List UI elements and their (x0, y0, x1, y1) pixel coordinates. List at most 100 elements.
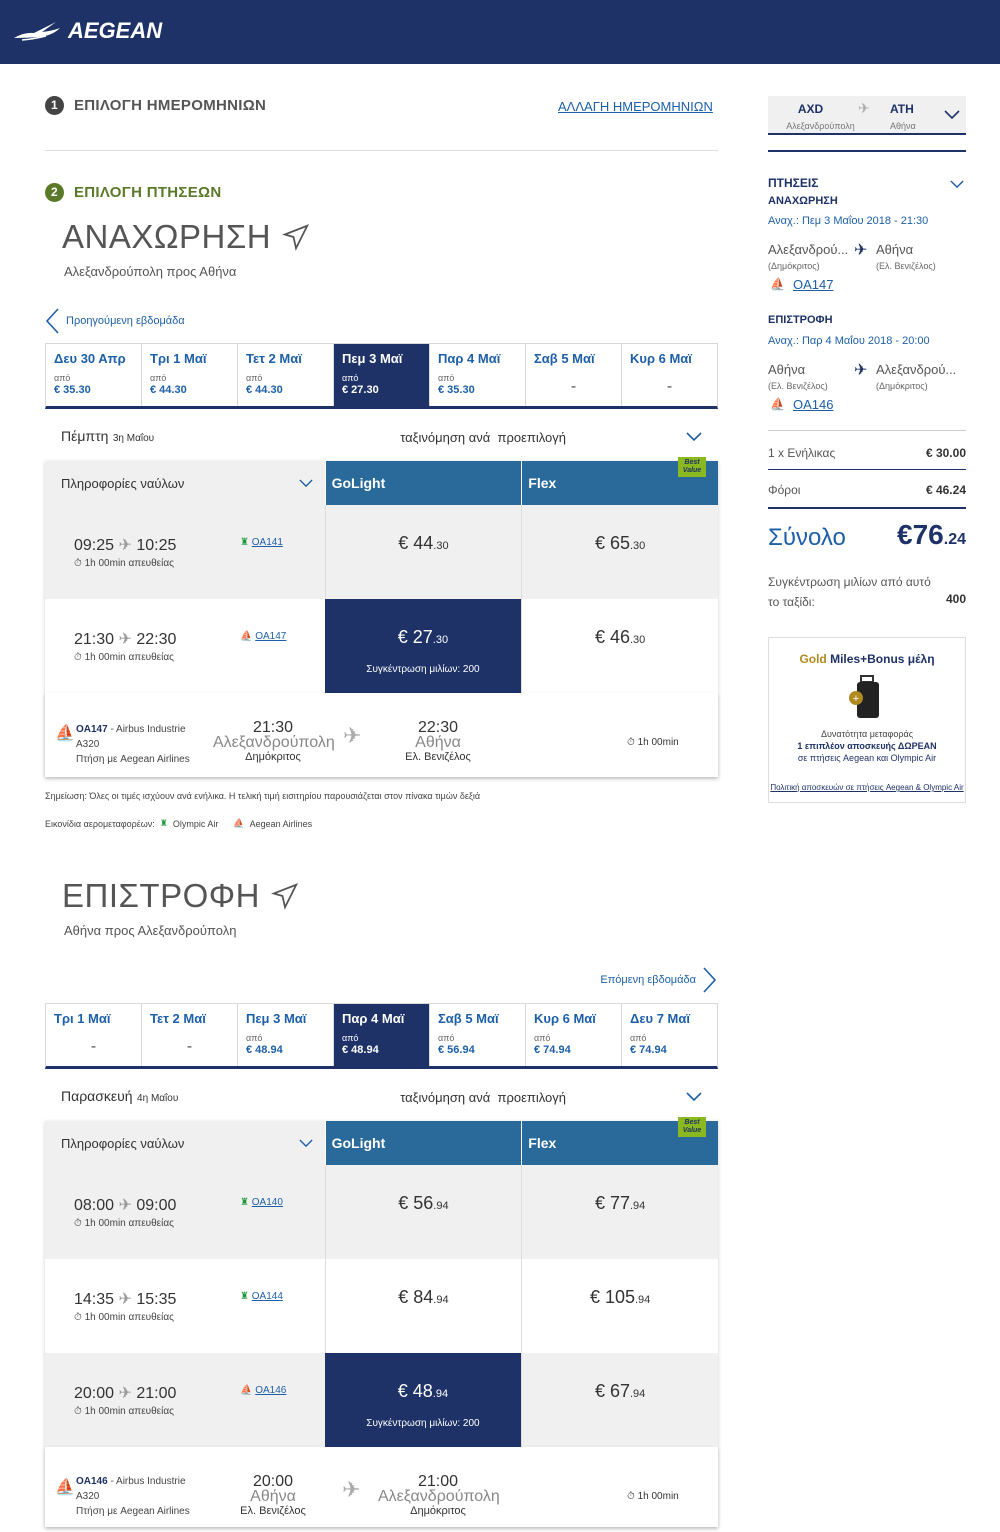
dep-from-city: Αλεξανδρού... (768, 242, 849, 257)
inbound-day-tabs: Τρι 1 Μαϊ - Τετ 2 Μαϊ - Πεμ 3 Μαϊ από € 48.9… (45, 1003, 718, 1069)
clock-icon: ⏱ (627, 1491, 635, 1502)
prev-week-link[interactable]: Προηγούμενη εβδομάδα (44, 307, 185, 335)
aegean-icon: ⛵ (233, 818, 245, 828)
outbound-fares-table: Πληροφορίες ναύλων GoLight Flex Best Val… (45, 457, 718, 777)
sort-dropdown[interactable]: ταξινόμηση ανά προεπιλογή (400, 1090, 702, 1105)
route-summary[interactable]: AXD Αλεξανδρούπολη ✈ ATH Αθήνα (768, 96, 966, 135)
miles-value: 400 (945, 592, 966, 606)
golight-fare[interactable]: € 44.30 (324, 505, 522, 599)
flight-row: 08:00 ✈ 09:00 ⏱ 1h 00min απευθείας ♜ OA1… (45, 1165, 718, 1259)
aegean-icon: ⛵ (55, 1479, 75, 1496)
flight-number-link[interactable]: OA147 (255, 631, 286, 642)
aegean-icon: ⛵ (770, 397, 785, 411)
clock-icon: ⏱ (74, 1312, 82, 1323)
promo-title: Gold Miles+Bonus μέλη (799, 652, 935, 666)
ret-to-airport: (Δημόκριτος) (876, 381, 928, 391)
ret-flight-link[interactable]: OA146 (793, 397, 833, 412)
day-tab[interactable]: Κυρ 6 Μαϊ από € 74.94 (526, 1004, 622, 1066)
taxes-price: € 46.24 (925, 483, 966, 497)
dep-flight-link[interactable]: OA147 (793, 277, 833, 292)
from-code: AXD (797, 102, 824, 116)
miles-label: Συγκέντρωση μιλίων από αυτό το ταξίδι: (768, 575, 931, 609)
day-tab[interactable]: Τετ 2 Μαϊ - (142, 1004, 238, 1066)
golight-fare[interactable]: € 56.94 (324, 1165, 522, 1259)
baggage-policy-link[interactable]: Πολιτική αποσκευών σε πτήσεις Aegean & O… (769, 783, 965, 792)
flex-fare[interactable]: € 65.30 (521, 505, 718, 599)
flex-fare[interactable]: € 77.94 (521, 1165, 718, 1259)
day-tab[interactable]: Τετ 2 Μαϊ από € 44.30 (238, 344, 334, 406)
aegean-icon: ⛵ (55, 725, 75, 742)
day-tab[interactable]: Δευ 7 Μαϊ από € 74.94 (622, 1004, 717, 1066)
ret-from-airport: (Ελ. Βενιζέλος) (768, 381, 828, 391)
aegean-icon: ⛵ (240, 1385, 253, 1396)
flight-number-link[interactable]: OA140 (252, 1197, 283, 1208)
aegean-icon: ⛵ (770, 277, 785, 291)
sort-dropdown[interactable]: ταξινόμηση ανά προεπιλογή (400, 430, 702, 445)
day-tab[interactable]: Τρι 1 Μαϊ - (46, 1004, 142, 1066)
fare-info-dropdown[interactable]: Πληροφορίες ναύλων (45, 461, 325, 505)
step2-heading: 2 ΕΠΙΛΟΓΗ ΠΤΗΣΕΩΝ (45, 183, 221, 202)
flight-number-link[interactable]: OA141 (252, 537, 283, 548)
plane-icon: ✈ (854, 242, 868, 259)
fare-info-dropdown[interactable]: Πληροφορίες ναύλων (45, 1121, 325, 1165)
step2-label: ΕΠΙΛΟΓΗ ΠΤΗΣΕΩΝ (74, 184, 222, 201)
chevron-down-icon (944, 110, 960, 120)
day-tab[interactable]: Σαβ 5 Μαϊ - (526, 344, 622, 406)
flex-fare[interactable]: € 46.30 (521, 599, 718, 693)
selected-date-small: 3η Μαΐου (112, 433, 155, 444)
golight-fare-selected[interactable]: € 27.30 Συγκέντρωση μιλίων: 200 (324, 599, 522, 693)
plane-icon (270, 883, 298, 910)
plane-icon: ✈ (343, 723, 362, 748)
change-dates-link[interactable]: ΑΛΛΑΓΗ ΗΜΕΡΟΜΗΝΙΩΝ (558, 99, 713, 114)
step1-number: 1 (45, 96, 64, 115)
clock-icon: ⏱ (74, 1218, 82, 1229)
promo-line3: σε πτήσεις Aegean και Olympic Air (797, 753, 937, 763)
clock-icon: ⏱ (74, 1406, 82, 1417)
step1-heading: 1 ΕΠΙΛΟΓΗ ΗΜΕΡΟΜΗΝΙΩΝ (45, 96, 266, 115)
olympic-air-icon: ♜ (240, 1197, 249, 1208)
outbound-subtitle: Αλεξανδρούπολη προς Αθήνα (64, 264, 237, 279)
clock-icon: ⏱ (74, 652, 82, 663)
aegean-logo[interactable]: AEGEAN (12, 18, 162, 44)
divider (768, 150, 966, 152)
selected-date: Πέμπτη (61, 428, 109, 444)
day-tab[interactable]: Παρ 4 Μαϊ από € 35.30 (430, 344, 526, 406)
selected-date-small: 4η Μαΐου (137, 1093, 179, 1104)
outbound-title-text: ΑΝΑΧΩΡΗΣΗ (62, 218, 272, 255)
flight-row: 14:35 ✈ 15:35 ⏱ 1h 00min απευθείας ♜ OA1… (45, 1259, 718, 1353)
from-city: Αλεξανδρούπολη (786, 121, 855, 131)
to-code: ATH (890, 102, 914, 116)
next-week-link[interactable]: Επόμενη εβδομάδα (600, 966, 718, 994)
flex-fare[interactable]: € 67.94 (521, 1353, 718, 1447)
best-value-badge: Best Value (678, 457, 706, 477)
day-tab[interactable]: Δευ 30 Απρ από € 35.30 (46, 344, 142, 406)
divider (45, 150, 718, 151)
logo-text: AEGEAN (68, 18, 163, 43)
golight-fare-selected[interactable]: € 48.94 Συγκέντρωση μιλίων: 200 (324, 1353, 522, 1447)
outbound-sort-row: Πέμπτη 3η Μαΐου ταξινόμηση ανά προεπιλογ… (45, 417, 718, 457)
chevron-left-icon (45, 308, 59, 334)
carrier-icons-legend: Εικονίδια αερομεταφορέων: ♜ Olympic Air ⛵ Ae… (45, 818, 313, 829)
inbound-subtitle: Αθήνα προς Αλεξανδρούπολη (64, 923, 237, 938)
day-tab-selected[interactable]: Παρ 4 Μαϊ από € 48.94 (334, 1004, 430, 1066)
day-tab[interactable]: Τρι 1 Μαϊ από € 44.30 (142, 344, 238, 406)
golight-fare[interactable]: € 84.94 (324, 1259, 522, 1353)
day-tab[interactable]: Πεμ 3 Μαϊ από € 48.94 (238, 1004, 334, 1066)
day-tab[interactable]: Κυρ 6 Μαϊ - (622, 344, 717, 406)
flex-fare[interactable]: € 105.94 (521, 1259, 718, 1353)
flight-number-link[interactable]: OA146 (255, 1385, 286, 1396)
step1-label: ΕΠΙΛΟΓΗ ΗΜΕΡΟΜΗΝΙΩΝ (74, 97, 267, 114)
chevron-down-icon[interactable] (950, 180, 964, 189)
suitcase-icon: + (849, 675, 879, 718)
ret-to-city: Αλεξανδρού... (876, 362, 957, 377)
flight-number-link[interactable]: OA144 (252, 1291, 283, 1302)
detail-duration: ⏱ 1h 00min (627, 737, 679, 748)
promo-line1: Δυνατότητα μεταφοράς (820, 729, 914, 739)
to-city: Αθήνα (890, 121, 916, 131)
day-tab-selected[interactable]: Πεμ 3 Μαϊ από € 27.30 (334, 344, 430, 406)
aegean-icon: ⛵ (240, 631, 253, 642)
day-tab[interactable]: Σαβ 5 Μαϊ από € 56.94 (430, 1004, 526, 1066)
detail-arrival: 21:00 Αλεξανδρούπολη Δημόκριτος (378, 1473, 500, 1518)
promo-line2: 1 επιπλέον αποσκευής ΔΩΡΕΑΝ (797, 741, 937, 751)
chevron-down-icon (686, 432, 702, 442)
